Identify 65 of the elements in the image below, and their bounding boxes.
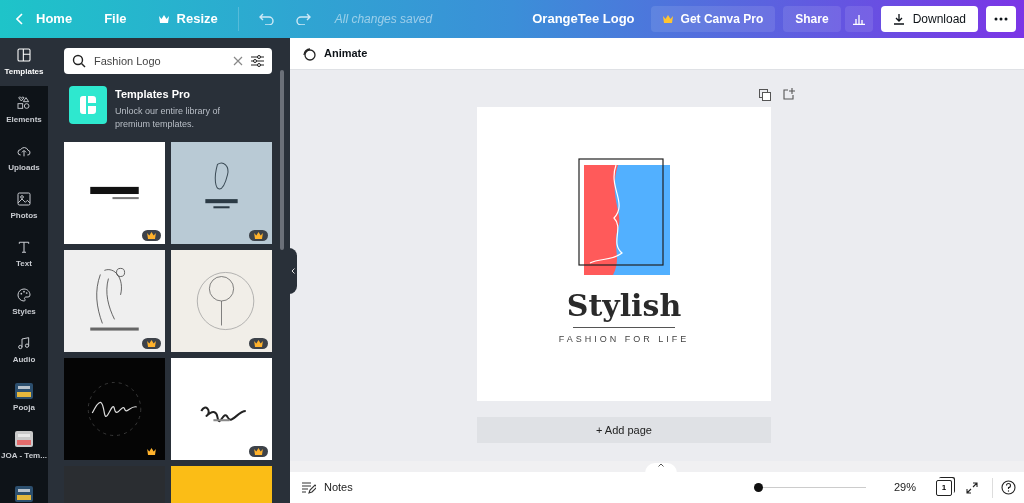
insights-button[interactable] xyxy=(844,6,873,32)
crown-icon xyxy=(662,15,673,23)
rail-tab[interactable]: Templates xyxy=(0,38,48,86)
thumbnail-icon xyxy=(15,382,33,399)
crown-icon xyxy=(158,15,169,23)
zoom-reading: 29% xyxy=(893,480,916,496)
fullscreen-button[interactable] xyxy=(966,481,978,494)
share-button[interactable]: Share xyxy=(783,6,841,32)
search-bar[interactable]: Fashion Logo xyxy=(64,48,272,74)
palette-icon xyxy=(16,286,32,303)
music-note-icon xyxy=(16,334,32,351)
slider-thumb[interactable] xyxy=(753,483,763,492)
duplicate-page-icon[interactable] xyxy=(759,89,771,101)
animate-icon xyxy=(302,46,316,61)
shapes-icon xyxy=(16,94,32,111)
design-title: Stylish xyxy=(566,289,682,323)
more-icon xyxy=(994,17,1008,21)
bar-chart-icon xyxy=(851,13,866,25)
image-icon xyxy=(16,190,32,207)
chevron-left-icon xyxy=(291,268,295,274)
chevron-up-icon xyxy=(658,463,664,467)
design-tagline: FASHION FOR LIFE xyxy=(558,333,690,346)
rail-tab[interactable]: Photos xyxy=(0,182,48,230)
undo-icon xyxy=(258,13,275,25)
download-icon xyxy=(892,13,905,25)
animate-button[interactable]: Animate xyxy=(298,45,372,62)
add-page-button[interactable]: + Add page xyxy=(477,417,771,443)
collapse-panel-handle[interactable] xyxy=(289,248,297,294)
rail-tab[interactable]: Audio xyxy=(0,326,48,374)
zoom-slider[interactable] xyxy=(753,482,866,493)
chevron-left-icon xyxy=(16,13,24,25)
rail-tab[interactable]: Elements xyxy=(0,86,48,134)
scrollbar[interactable] xyxy=(280,70,284,250)
redo-icon xyxy=(294,13,311,25)
download-button[interactable]: Download xyxy=(880,6,978,32)
help-button[interactable] xyxy=(1001,480,1016,495)
thumbnail-icon xyxy=(15,430,33,447)
collapse-handle[interactable] xyxy=(645,463,677,473)
document-title: OrangeTee Logo xyxy=(532,10,635,29)
rail-tab[interactable]: Text xyxy=(0,230,48,278)
page-count-button[interactable]: 1 xyxy=(936,479,952,496)
close-icon[interactable] xyxy=(233,56,243,66)
add-page-icon[interactable] xyxy=(783,88,795,100)
expand-icon xyxy=(966,481,978,494)
rail-tab[interactable]: Pooja xyxy=(0,374,48,422)
save-status: All changes saved xyxy=(334,11,433,28)
promo-title: Templates Pro xyxy=(115,87,191,102)
get-pro-button[interactable]: Get Canva Pro xyxy=(650,6,776,32)
promo-text: Unlock our entire library of premium templates. xyxy=(115,104,222,131)
notes-icon xyxy=(302,481,316,494)
design-page[interactable]: Stylish FASHION FOR LIFE xyxy=(477,107,771,401)
search-icon xyxy=(72,54,86,68)
thumbnail-icon xyxy=(15,486,33,502)
help-icon xyxy=(1001,480,1016,495)
rail-tab[interactable]: Styles xyxy=(0,278,48,326)
resize-label: Resize xyxy=(176,10,218,29)
templates-icon xyxy=(16,46,32,63)
rail-tab[interactable]: JOA - Tem... xyxy=(0,422,48,470)
search-input[interactable]: Fashion Logo xyxy=(94,52,225,70)
more-button[interactable] xyxy=(986,6,1016,32)
templates-pro-logo xyxy=(69,86,107,124)
rail-tab[interactable]: Uploads xyxy=(0,134,48,182)
home-label: Home xyxy=(36,10,73,29)
notes-button[interactable]: Notes xyxy=(298,479,357,496)
filter-icon[interactable] xyxy=(251,55,264,67)
